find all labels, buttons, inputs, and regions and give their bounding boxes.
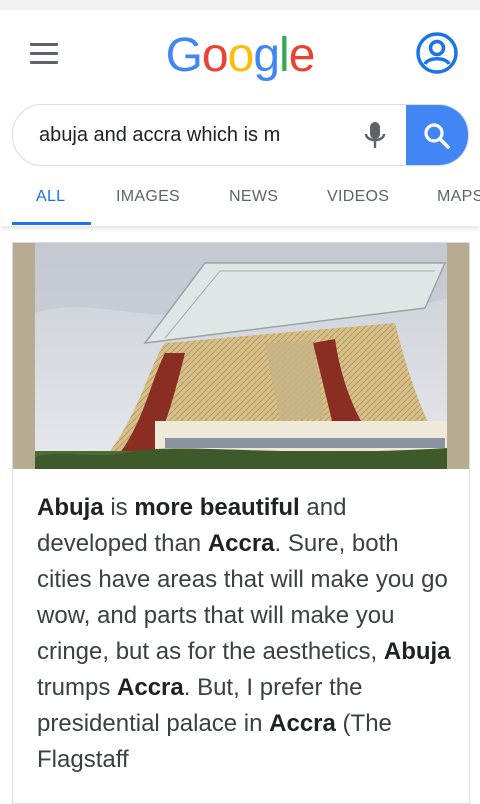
result-snippet: Abuja is more beautiful and developed th… [37, 490, 453, 778]
magnifier-icon [424, 123, 450, 149]
account-circle-icon[interactable] [414, 30, 460, 76]
tab-maps[interactable]: MAPS [437, 188, 480, 206]
search-input[interactable] [39, 105, 343, 165]
logo-letter: e [288, 29, 316, 82]
tab-all[interactable]: ALL [36, 188, 65, 206]
search-tabs: ALL IMAGES NEWS VIDEOS MAPS [0, 170, 480, 226]
logo-letter: l [279, 29, 290, 82]
snippet-text: trumps [37, 674, 118, 701]
snippet-bold-term: Accra [207, 530, 275, 557]
google-logo[interactable]: Google [0, 28, 480, 83]
logo-letter: o [201, 29, 229, 82]
logo-letter: G [165, 29, 203, 82]
status-bar-edge [0, 0, 480, 10]
header: Google [0, 10, 480, 100]
search-box [12, 104, 469, 166]
snippet-bold-term: Abuja [383, 638, 451, 665]
tab-images[interactable]: IMAGES [116, 188, 180, 206]
snippet-text: is [103, 494, 135, 521]
logo-letter: o [227, 29, 255, 82]
logo-letter: g [253, 29, 280, 82]
snippet-bold-term: Accra [117, 674, 184, 701]
microphone-icon[interactable] [363, 120, 387, 152]
tab-news[interactable]: NEWS [229, 188, 278, 206]
active-tab-indicator [12, 222, 91, 225]
tab-videos[interactable]: VIDEOS [327, 188, 389, 206]
snippet-bold-term: more beautiful [134, 494, 300, 521]
snippet-bold-term: Accra [269, 710, 336, 737]
result-card[interactable]: Abuja is more beautiful and developed th… [12, 242, 470, 804]
snippet-bold-term: Abuja [37, 494, 104, 521]
flagstaff-house-image[interactable] [13, 243, 469, 469]
search-button[interactable] [406, 105, 468, 165]
